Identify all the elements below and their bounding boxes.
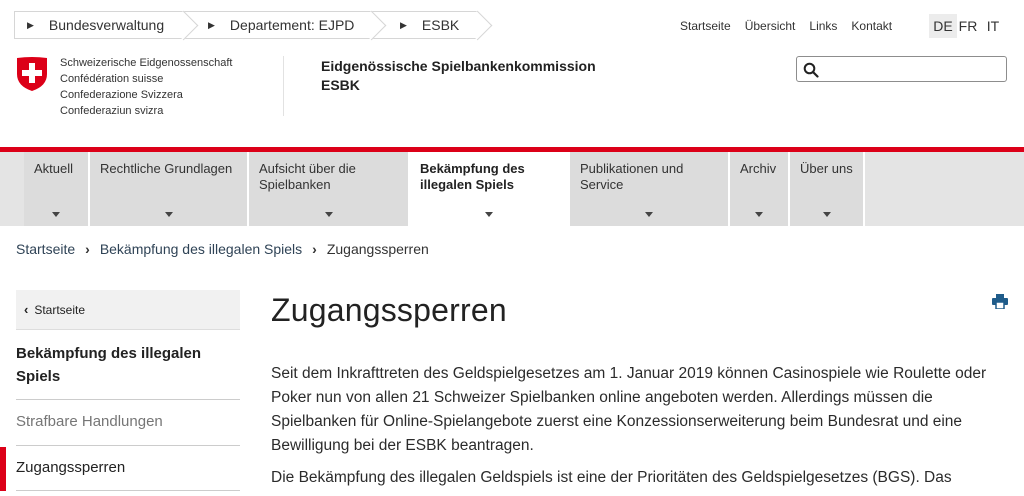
- caret-down-icon: [324, 212, 333, 217]
- sidebar-divider: [16, 399, 240, 400]
- nav-label: Aktuell: [34, 161, 74, 176]
- lang-it[interactable]: IT: [979, 14, 1007, 38]
- confed-line: Confederaziun svizra: [60, 105, 164, 117]
- lang-de[interactable]: DE: [929, 14, 957, 38]
- nav-archiv[interactable]: Archiv: [730, 152, 790, 226]
- caret-down-icon: [52, 212, 60, 217]
- search-input[interactable]: [825, 60, 1001, 78]
- breadcrumb-link-startseite[interactable]: Startseite: [16, 241, 75, 257]
- nav-label: Archiv: [740, 161, 777, 176]
- caret-down-icon: [755, 212, 763, 217]
- sidebar-divider: [16, 445, 240, 446]
- caret-down-icon: [822, 212, 831, 217]
- crumb-label: Bundesverwaltung: [48, 17, 165, 33]
- service-link-startseite[interactable]: Startseite: [680, 19, 731, 33]
- sidebar-active-indicator: [0, 447, 6, 491]
- page-title: Zugangssperren: [271, 292, 507, 328]
- top-bar: ▶ Bundesverwaltung ▶ Departement: EJPD ▶…: [0, 0, 1024, 52]
- nav-label: Aufsicht über die Spielbanken: [259, 161, 356, 192]
- federal-crumb-esbk[interactable]: ▶ ESBK: [372, 11, 478, 39]
- nav-label: Rechtliche Grundlagen: [100, 161, 233, 176]
- service-link-links[interactable]: Links: [809, 19, 837, 33]
- nav-label: Über uns: [800, 161, 853, 176]
- confed-line: Confédération suisse: [60, 73, 164, 85]
- triangle-right-icon: ▶: [27, 19, 34, 30]
- triangle-right-icon: ▶: [400, 19, 407, 30]
- breadcrumb-current: Zugangssperren: [326, 241, 429, 257]
- service-link-uebersicht[interactable]: Übersicht: [745, 19, 796, 33]
- chevron-left-icon: ‹: [24, 302, 29, 317]
- sidebar-back-label: Startseite: [34, 302, 86, 317]
- caret-down-icon: [164, 212, 173, 217]
- org-title[interactable]: Eidgenössische Spielbankenkommission ESB…: [321, 57, 596, 95]
- caret-down-icon: [645, 212, 653, 217]
- lang-fr[interactable]: FR: [954, 14, 982, 38]
- triangle-right-icon: ▶: [208, 19, 215, 30]
- sidebar-item-zugangssperren[interactable]: Zugangssperren: [16, 459, 240, 476]
- org-abbr: ESBK: [321, 77, 360, 93]
- language-switcher: DE FR IT: [929, 14, 1004, 38]
- breadcrumb-link-bekaempfung[interactable]: Bekämpfung des illegalen Spiels: [100, 241, 302, 257]
- header-divider: [283, 56, 284, 116]
- crumb-label: Departement: EJPD: [229, 17, 355, 33]
- sidebar-item-strafbare-handlungen[interactable]: Strafbare Handlungen: [16, 413, 240, 430]
- service-link-kontakt[interactable]: Kontakt: [851, 19, 892, 33]
- chevron-right-icon: ›: [85, 241, 90, 257]
- nav-aktuell[interactable]: Aktuell: [24, 152, 90, 226]
- caret-down-icon: [485, 212, 493, 217]
- confed-line: Schweizerische Eidgenossenschaft: [60, 57, 233, 69]
- nav-bekaempfung[interactable]: Bekämpfung des illegalen Spiels: [410, 152, 570, 226]
- sidebar-heading[interactable]: Bekämpfung des illegalen Spiels: [16, 342, 240, 388]
- confederation-names: Schweizerische Eidgenossenschaft Confédé…: [60, 55, 232, 119]
- nav-publikationen[interactable]: Publikationen und Service: [570, 152, 730, 226]
- nav-label: Bekämpfung des illegalen Spiels: [420, 161, 525, 192]
- intro-paragraph: Seit dem Inkrafttreten des Geldspielgese…: [271, 365, 987, 454]
- main-nav: Aktuell Rechtliche Grundlagen Aufsicht ü…: [0, 152, 1024, 226]
- federal-crumb-departement[interactable]: ▶ Departement: EJPD: [184, 11, 372, 39]
- sidebar-divider: [16, 490, 240, 491]
- org-name: Eidgenössische Spielbankenkommission: [321, 58, 596, 74]
- confed-line: Confederazione Svizzera: [60, 89, 183, 101]
- crumb-label: ESBK: [421, 17, 460, 33]
- print-icon[interactable]: [992, 294, 1008, 309]
- nav-ueber-uns[interactable]: Über uns: [790, 152, 865, 226]
- body-paragraph: Die Bekämpfung des illegalen Geldspiels …: [271, 469, 952, 486]
- sidebar-back-link[interactable]: ‹ Startseite: [16, 290, 240, 330]
- nav-rechtliche-grundlagen[interactable]: Rechtliche Grundlagen: [90, 152, 249, 226]
- search-icon[interactable]: [803, 62, 819, 78]
- search-box: [796, 56, 1007, 82]
- federal-crumb-bundesverwaltung[interactable]: ▶ Bundesverwaltung: [14, 11, 184, 39]
- chevron-right-icon: ›: [312, 241, 317, 257]
- breadcrumb: Startseite › Bekämpfung des illegalen Sp…: [16, 241, 429, 257]
- federal-breadcrumb: ▶ Bundesverwaltung ▶ Departement: EJPD ▶…: [14, 11, 478, 39]
- service-nav: Startseite Übersicht Links Kontakt: [680, 19, 892, 33]
- nav-aufsicht[interactable]: Aufsicht über die Spielbanken: [249, 152, 410, 226]
- swiss-coat-of-arms-icon[interactable]: [16, 56, 48, 92]
- nav-label: Publikationen und Service: [580, 161, 684, 192]
